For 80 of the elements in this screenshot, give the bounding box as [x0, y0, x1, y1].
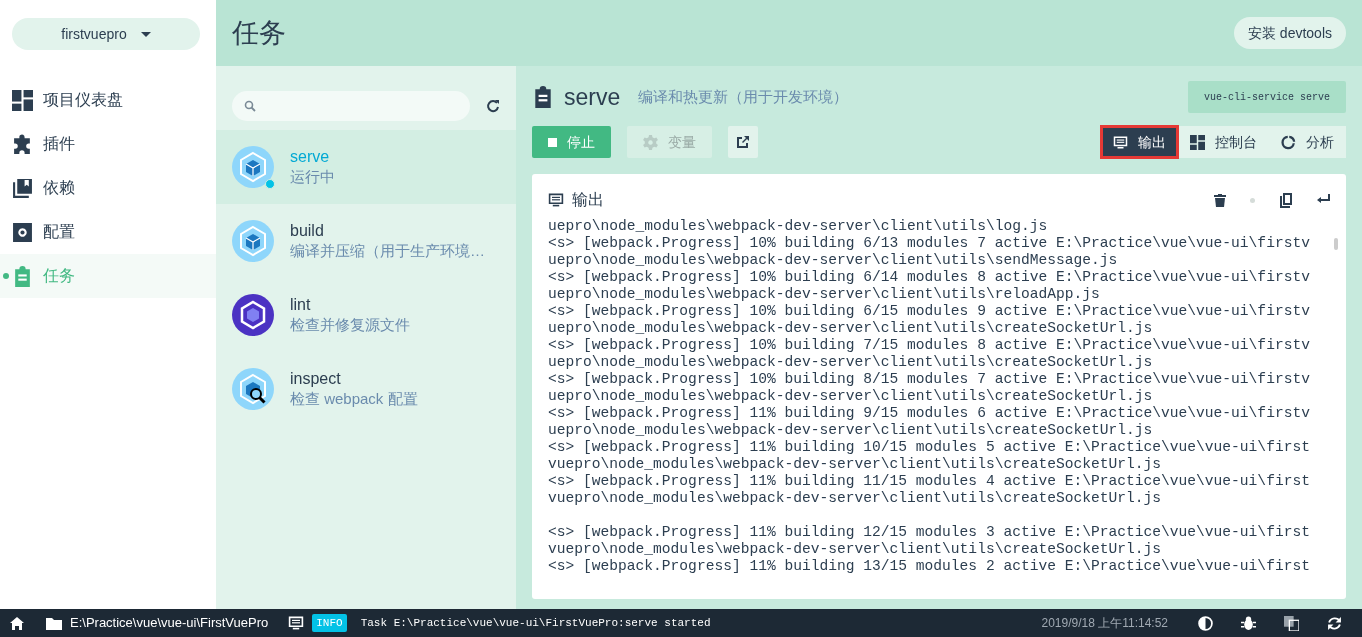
donut-chart-icon — [1281, 134, 1296, 150]
log-line: <s> [webpack.Progress] 10% building 8/15 modules 7 active E:\Practice\vue\vue-ui\firstv — [548, 371, 1311, 388]
cube-magnifier-icon — [232, 368, 274, 410]
task-item[interactable]: build 编译并压缩（用于生产环境… — [216, 204, 516, 278]
view-tab[interactable]: 控制台 — [1178, 126, 1269, 158]
page-title: 任务 — [232, 16, 286, 50]
task-description: 编译和热更新（用于开发环境） — [638, 86, 849, 107]
refresh-icon[interactable] — [486, 99, 500, 113]
clipboard-icon — [532, 86, 554, 108]
book-stack-icon — [12, 177, 33, 199]
open-external-button[interactable] — [728, 126, 758, 158]
trash-icon[interactable] — [1214, 193, 1226, 207]
task-command: vue-cli-service serve — [1187, 81, 1346, 113]
caret-icon — [140, 31, 151, 37]
log-line: uepro\node_modules\webpack-dev-server\client\utils\reloadApp.js — [548, 286, 1101, 303]
folder-icon[interactable] — [46, 616, 62, 630]
log-line: uepro\node_modules\webpack-dev-server\client\utils\createSocketUrl.js — [548, 354, 1154, 371]
stop-icon — [548, 137, 557, 147]
nav-item[interactable]: 项目仪表盘 — [0, 78, 216, 122]
log-line: <s> [webpack.Progress] 10% building 6/14 modules 8 active E:\Practice\vue\vue-ui\firstv — [548, 269, 1311, 286]
bug-icon[interactable] — [1241, 615, 1256, 631]
log-line: <s> [webpack.Progress] 10% building 7/15 modules 8 active E:\Practice\vue\vue-ui\firstv — [548, 337, 1311, 354]
dashboard-icon — [1190, 134, 1205, 150]
task-item[interactable]: lint 检查并修复源文件 — [216, 278, 516, 352]
dark-mode-icon[interactable] — [1198, 615, 1213, 631]
task-name: inspect — [290, 369, 342, 389]
install-devtools-button[interactable]: 安装 devtools — [1233, 17, 1346, 49]
task-item[interactable]: inspect 检查 webpack 配置 — [216, 352, 516, 426]
log-line: uepro\node_modules\webpack-dev-server\client\utils\createSocketUrl.js — [548, 422, 1154, 439]
monitor-icon — [548, 192, 564, 208]
search-icon — [244, 100, 256, 112]
task-description: 检查并修复源文件 — [290, 315, 410, 335]
task-name: serve — [564, 82, 621, 112]
external-link-icon — [736, 135, 750, 149]
log-line: <s> [webpack.Progress] 10% building 6/13 modules 7 active E:\Practice\vue\vue-ui\firstv — [548, 235, 1311, 252]
log-line: vuepro\node_modules\webpack-dev-server\client\utils\createSocketUrl.js — [548, 456, 1163, 473]
puzzle-icon — [12, 133, 33, 155]
view-tab[interactable]: 分析 — [1269, 126, 1346, 158]
task-description: 编译并压缩（用于生产环境… — [290, 241, 485, 261]
project-path[interactable]: E:\Practice\vue\vue-ui\FirstVuePro — [70, 613, 269, 633]
task-name: serve — [290, 147, 331, 167]
task-name: lint — [290, 295, 312, 315]
dashboard-icon — [12, 89, 33, 111]
task-description: 运行中 — [290, 167, 335, 187]
log-message: Task E:\Practice\vue\vue-ui\FirstVuePro:serve started — [360, 615, 711, 631]
search-field[interactable] — [232, 91, 470, 121]
log-line: vuepro\node_modules\webpack-dev-server\client\utils\createSocketUrl.js — [548, 541, 1163, 558]
log-line: <s> [webpack.Progress] 11% building 9/15 modules 6 active E:\Practice\vue\vue-ui\firstv — [548, 405, 1311, 422]
project-selector[interactable]: firstvuepro — [12, 18, 200, 50]
log-line: <s> [webpack.Progress] 11% building 10/15 modules 5 active E:\Practice\vue\vue-ui\first — [548, 439, 1311, 456]
output-title: 输出 — [572, 190, 604, 210]
log-line: uepro\node_modules\webpack-dev-server\client\utils\createSocketUrl.js — [548, 388, 1154, 405]
task-name: build — [290, 221, 325, 241]
log-line: uepro\node_modules\webpack-dev-server\client\utils\log.js — [548, 218, 1049, 235]
cube-icon — [232, 220, 274, 262]
settings-icon — [643, 134, 658, 150]
log-line: <s> [webpack.Progress] 10% building 6/15 modules 9 active E:\Practice\vue\vue-ui\firstv — [548, 303, 1311, 320]
task-description: 检查 webpack 配置 — [290, 389, 418, 409]
timestamp: 2019/9/18 上午11:14:52 — [1041, 615, 1168, 632]
log-line: <s> [webpack.Progress] 11% building 12/15 modules 3 active E:\Practice\vue\vue-ui\first — [548, 524, 1311, 541]
clipboard-icon — [12, 265, 33, 287]
log-line: uepro\node_modules\webpack-dev-server\client\utils\sendMessage.js — [548, 252, 1119, 269]
separator-dot — [1250, 197, 1255, 203]
cube-icon — [232, 146, 274, 188]
nav-item[interactable]: 插件 — [0, 122, 216, 166]
log-level-badge: INFO — [312, 613, 347, 633]
return-icon[interactable] — [1317, 194, 1330, 206]
copy-icon[interactable] — [1279, 192, 1293, 208]
log-line: <s> [webpack.Progress] 11% building 13/15 modules 2 active E:\Practice\vue\vue-ui\first — [548, 558, 1311, 575]
log-icon[interactable] — [288, 615, 305, 631]
monitor-icon — [1113, 134, 1128, 150]
nav-item[interactable]: 依赖 — [0, 166, 216, 210]
home-icon[interactable] — [10, 616, 24, 630]
settings-icon — [12, 221, 33, 243]
log-line: <s> [webpack.Progress] 11% building 11/15 modules 4 active E:\Practice\vue\vue-ui\first — [548, 473, 1311, 490]
log-line: uepro\node_modules\webpack-dev-server\client\utils\createSocketUrl.js — [548, 320, 1154, 337]
scrollbar-thumb[interactable] — [1334, 238, 1338, 250]
log-line: vuepro\node_modules\webpack-dev-server\client\utils\createSocketUrl.js — [548, 490, 1163, 507]
view-tab[interactable]: 输出 — [1101, 126, 1178, 158]
nav-item[interactable]: 配置 — [0, 210, 216, 254]
